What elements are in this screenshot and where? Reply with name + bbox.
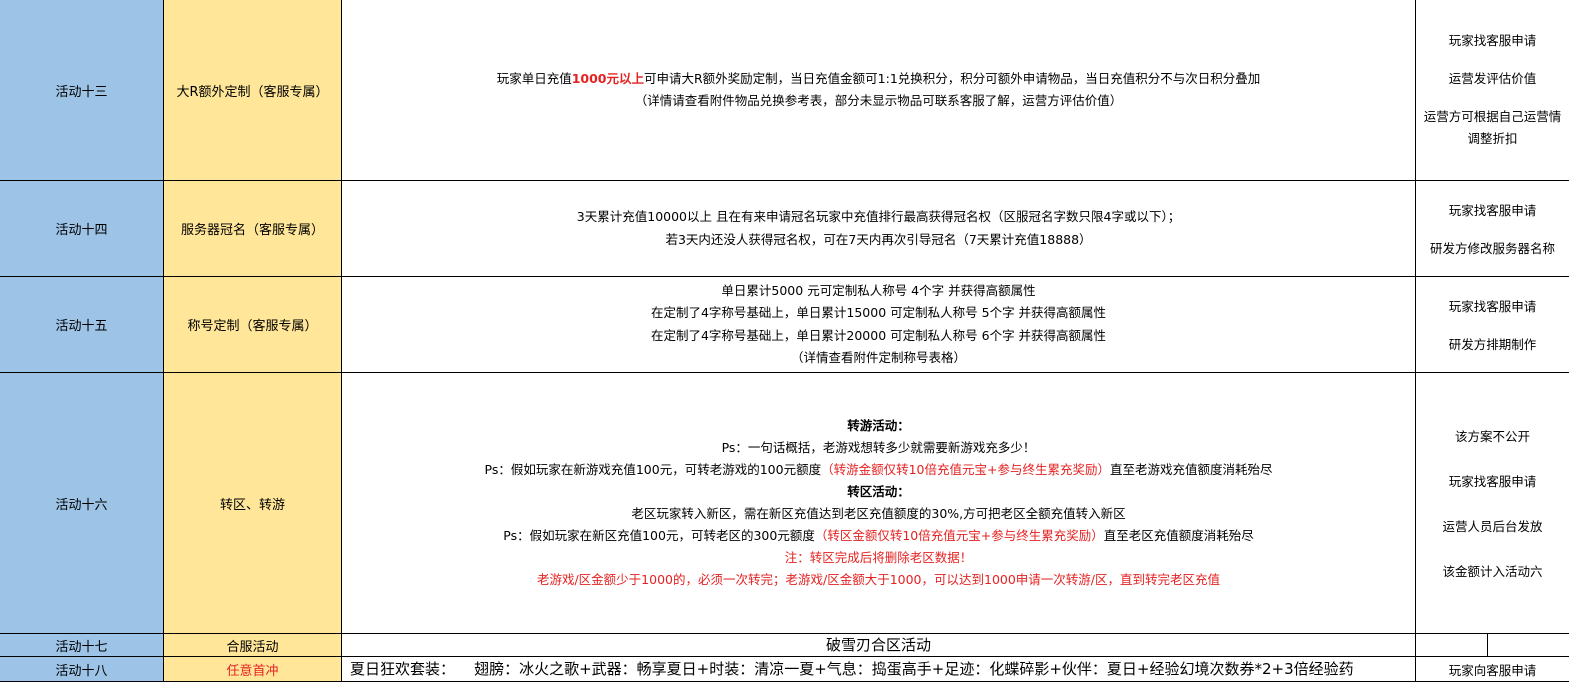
desc-line: Ps：假如玩家在新游戏充值100元，可转老游戏的100元额度（转游金额仅转10倍… (484, 462, 1273, 477)
activity-desc-cell[interactable]: 破雪刃合区活动 (342, 634, 1416, 657)
note-cell-a[interactable] (1416, 634, 1488, 657)
activity-note-cell[interactable]: 该方案不公开 玩家找客服申请 运营人员后台发放 该金额计入活动六 (1416, 373, 1569, 634)
note-text: 运营方可根据自己运营情 调整折扣 (1423, 109, 1562, 147)
activity-desc-cell[interactable]: 3天累计充值10000以上 且在有来申请冠名玩家中充值排行最高获得冠名权（区服冠… (342, 181, 1416, 277)
desc-line: Ps：假如玩家在新区充值100元，可转老区的300元额度（转区金额仅转10倍充值… (503, 528, 1254, 543)
note-text: 研发方排期制作 (1448, 336, 1537, 352)
desc-line: 老区玩家转入新区，需在新区充值达到老区充值额度的30%,方可把老区全额充值转入新… (631, 506, 1126, 521)
desc-line: （详情请查看附件物品兑换参考表，部分未显示物品可联系客服了解，运营方评估价值） (634, 93, 1123, 108)
activity-name: 活动十五 (55, 319, 108, 334)
activity-note-cell[interactable]: 玩家向客服申请 (1416, 657, 1569, 682)
activity-name-cell[interactable]: 活动十四 (0, 181, 164, 277)
activity-title: 服务器冠名（客服专属） (180, 223, 324, 238)
table-row: 活动十五 称号定制（客服专属） 单日累计5000 元可定制私人称号 4个字 并获… (0, 277, 1569, 373)
note-text: 玩家向客服申请 (1448, 662, 1537, 678)
note-text: 玩家找客服申请 (1448, 32, 1537, 48)
table-row: 活动十八 任意首冲 夏日狂欢套装： 翅膀：冰火之歌+武器：畅享夏日+时装：清凉一… (0, 657, 1569, 682)
desc-heading: 转游活动： (847, 418, 910, 433)
activity-name-cell[interactable]: 活动十七 (0, 634, 164, 657)
desc-warning: 老游戏/区金额少于1000的，必须一次转完；老游戏/区金额大于1000，可以达到… (536, 572, 1221, 587)
desc-heading: 转区活动： (847, 484, 910, 499)
activity-desc-cell[interactable]: 玩家单日充值1000元以上可申请大R额外奖励定制，当日充值金额可1:1兑换积分，… (342, 0, 1416, 181)
activity-title: 称号定制（客服专属） (187, 319, 318, 334)
activity-title-cell[interactable]: 大R额外定制（客服专属） (164, 0, 342, 181)
desc-line: （详情查看附件定制称号表格） (790, 349, 966, 365)
spreadsheet-table: 活动十三 大R额外定制（客服专属） 玩家单日充值1000元以上可申请大R额外奖励… (0, 0, 1569, 682)
activity-name-cell[interactable]: 活动十八 (0, 657, 164, 682)
activity-name: 活动十三 (55, 84, 108, 100)
activity-name: 活动十六 (55, 497, 108, 513)
activity-desc-cell[interactable]: 单日累计5000 元可定制私人称号 4个字 并获得高额属性 在定制了4字称号基础… (342, 277, 1416, 373)
note-text: 研发方修改服务器名称 (1429, 240, 1555, 256)
activity-title: 转区、转游 (219, 497, 285, 513)
activity-desc-cell[interactable]: 转游活动： Ps：一句话概括，老游戏想转多少就需要新游戏充多少！ Ps：假如玩家… (342, 373, 1416, 634)
table-row: 活动十七 合服活动 破雪刃合区活动 (0, 634, 1569, 657)
activity-title: 大R额外定制（客服专属） (176, 84, 329, 100)
note-text: 玩家找客服申请 (1448, 299, 1537, 315)
desc-line: 在定制了4字称号基础上，单日累计15000 可定制私人称号 5个字 并获得高额属… (650, 305, 1107, 321)
activity-name: 活动十四 (55, 223, 108, 238)
note-text: 该方案不公开 (1454, 429, 1530, 444)
activity-title-cell[interactable]: 称号定制（客服专属） (164, 277, 342, 373)
desc-warning: 注：转区完成后将删除老区数据！ (784, 550, 973, 565)
desc-line: 在定制了4字称号基础上，单日累计20000 可定制私人称号 6个字 并获得高额属… (650, 327, 1107, 343)
activity-title-cell[interactable]: 转区、转游 (164, 373, 342, 634)
desc-line: 夏日狂欢套装： 翅膀：冰火之歌+武器：畅享夏日+时装：清凉一夏+气息：捣蛋高手+… (350, 659, 1354, 678)
desc-line: 玩家单日充值1000元以上可申请大R额外奖励定制，当日充值金额可1:1兑换积分，… (496, 70, 1261, 86)
table-row: 活动十四 服务器冠名（客服专属） 3天累计充值10000以上 且在有来申请冠名玩… (0, 181, 1569, 277)
activity-name-cell[interactable]: 活动十五 (0, 277, 164, 373)
activity-title: 任意首冲 (226, 663, 279, 679)
activity-note-cell[interactable]: 玩家找客服申请 研发方排期制作 (1416, 277, 1569, 373)
activity-title-cell[interactable]: 合服活动 (164, 634, 342, 657)
activity-name: 活动十七 (55, 639, 108, 655)
desc-line: 破雪刃合区活动 (825, 635, 931, 654)
desc-line: Ps：一句话概括，老游戏想转多少就需要新游戏充多少！ (721, 440, 1036, 455)
desc-line: 若3天内还没人获得冠名权，可在7天内再次引导冠名（7天累计充值18888） (665, 231, 1092, 247)
activity-note-cell[interactable]: 玩家找客服申请 研发方修改服务器名称 (1416, 181, 1569, 277)
desc-line: 单日累计5000 元可定制私人称号 4个字 并获得高额属性 (721, 282, 1036, 298)
activity-name-cell[interactable]: 活动十六 (0, 373, 164, 634)
activity-name-cell[interactable]: 活动十三 (0, 0, 164, 181)
activity-name: 活动十八 (55, 663, 108, 679)
note-text: 运营人员后台发放 (1442, 519, 1543, 534)
table-row: 活动十三 大R额外定制（客服专属） 玩家单日充值1000元以上可申请大R额外奖励… (0, 0, 1569, 181)
desc-line: 3天累计充值10000以上 且在有来申请冠名玩家中充值排行最高获得冠名权（区服冠… (576, 209, 1181, 225)
activity-title-cell[interactable]: 任意首冲 (164, 657, 342, 682)
activity-title-cell[interactable]: 服务器冠名（客服专属） (164, 181, 342, 277)
activity-desc-cell[interactable]: 夏日狂欢套装： 翅膀：冰火之歌+武器：畅享夏日+时装：清凉一夏+气息：捣蛋高手+… (342, 657, 1416, 682)
activity-title: 合服活动 (226, 639, 279, 655)
note-text: 运营发评估价值 (1448, 70, 1537, 86)
activity-note-cell[interactable]: 玩家找客服申请 运营发评估价值 运营方可根据自己运营情 调整折扣 (1416, 0, 1569, 181)
note-text: 玩家找客服申请 (1448, 474, 1537, 489)
note-cell-b[interactable] (1488, 634, 1569, 657)
note-text: 该金额计入活动六 (1442, 564, 1543, 579)
table-row: 活动十六 转区、转游 转游活动： Ps：一句话概括，老游戏想转多少就需要新游戏充… (0, 373, 1569, 634)
note-text: 玩家找客服申请 (1448, 203, 1537, 219)
